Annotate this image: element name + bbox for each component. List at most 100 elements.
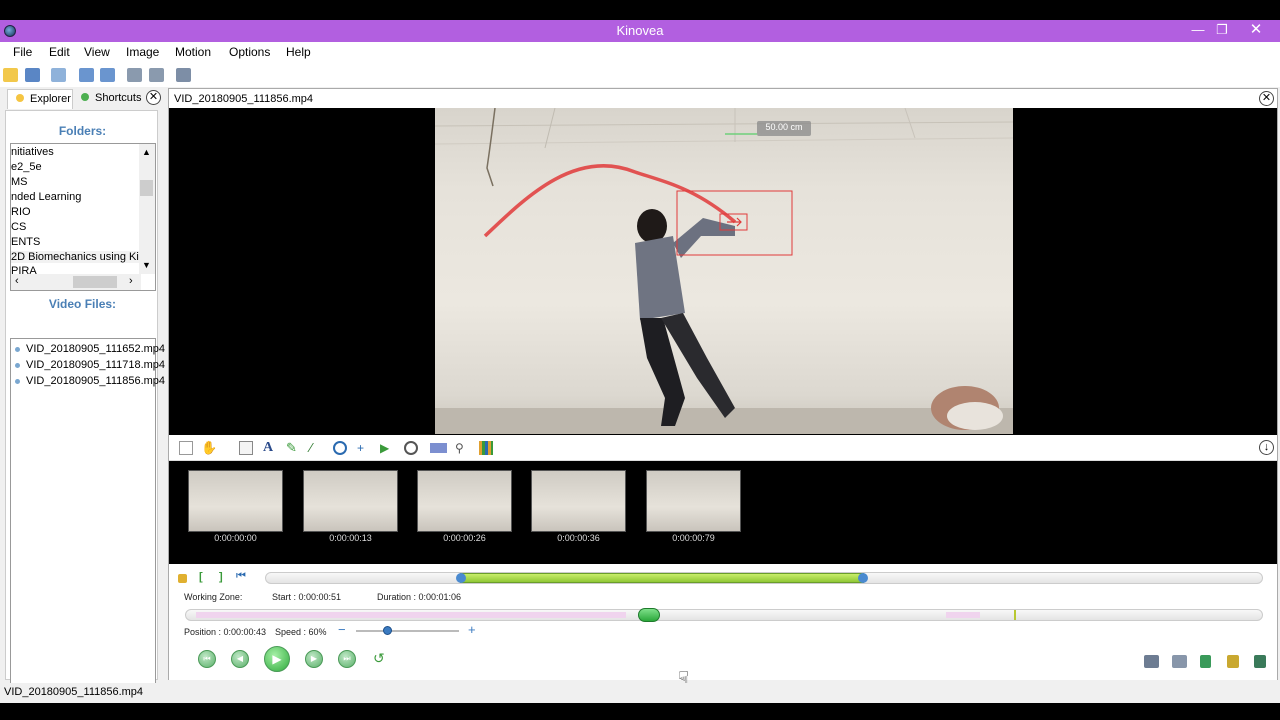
scroll-thumb[interactable] [73, 276, 117, 288]
single-player-icon[interactable] [79, 68, 94, 82]
toggle-explorer-icon[interactable] [51, 68, 66, 82]
video-frame[interactable]: 50.00 cm [435, 108, 1013, 434]
tab-shortcuts-label: Shortcuts [95, 92, 142, 104]
set-end-icon[interactable]: ] [219, 571, 223, 583]
window-title: Kinovea [616, 23, 664, 38]
comment-icon[interactable] [239, 441, 253, 455]
loop-icon[interactable]: ↺ [373, 650, 385, 667]
export-spreadsheet-icon[interactable] [1254, 655, 1266, 668]
video-area[interactable]: 50.00 cm [169, 108, 1277, 435]
speed-decrease-icon[interactable]: − [338, 622, 346, 637]
speed-slider[interactable] [356, 626, 459, 635]
position-track[interactable] [185, 608, 1263, 622]
working-zone-track[interactable] [265, 572, 1263, 584]
scroll-up-icon[interactable]: ▲ [142, 147, 151, 157]
scroll-left-icon[interactable]: ‹ [15, 275, 19, 287]
close-panel-icon[interactable]: ✕ [146, 90, 161, 105]
playhead[interactable] [637, 608, 660, 622]
capture-icon[interactable] [127, 68, 142, 82]
menu-motion[interactable]: Motion [175, 45, 211, 59]
first-frame-button[interactable]: ⏮ [198, 650, 216, 668]
snapshot-icon[interactable] [1144, 655, 1159, 668]
perspective-grid-icon[interactable] [430, 443, 447, 453]
save-icon[interactable] [25, 68, 40, 82]
close-button[interactable]: ✕ [1242, 20, 1270, 42]
lock-icon[interactable] [178, 574, 187, 583]
toolbar [0, 63, 1280, 87]
keyframe-thumbnail[interactable] [303, 470, 398, 532]
folder-item-selected[interactable]: 2D Biomechanics using Kino [11, 251, 151, 263]
menu-bar: File Edit View Image Motion Options Help [0, 42, 1280, 63]
add-keyframe-icon[interactable] [179, 441, 193, 455]
scroll-thumb[interactable] [140, 180, 153, 196]
folder-item[interactable]: RIO [11, 206, 31, 218]
folders-tree[interactable]: nitiatives e2_5e MS nded Learning RIO CS… [10, 143, 156, 291]
speed-increase-icon[interactable]: + [468, 622, 476, 637]
status-bar: VID_20180905_111856.mp4 [0, 683, 1280, 703]
collapse-icon[interactable]: ↓ [1259, 440, 1274, 455]
keyframe-thumbnail[interactable] [417, 470, 512, 532]
folder-item[interactable]: nitiatives [11, 146, 54, 158]
magnifier-icon[interactable]: ⚲ [455, 441, 469, 455]
tab-shortcuts[interactable]: Shortcuts [73, 89, 147, 109]
goto-start-icon[interactable]: ⏮ [236, 570, 246, 583]
video-file-item[interactable]: VID_20180905_111856.mp4 [15, 375, 165, 387]
last-frame-button[interactable]: ⏭ [338, 650, 356, 668]
export-data-icon[interactable] [1227, 655, 1239, 668]
menu-image[interactable]: Image [126, 45, 159, 59]
video-file-item[interactable]: VID_20180905_111718.mp4 [15, 359, 165, 371]
chronometer-icon[interactable] [404, 441, 418, 455]
play-button[interactable]: ▶ [264, 646, 290, 672]
scroll-down-icon[interactable]: ▼ [142, 260, 151, 270]
keyframe-thumbnail[interactable] [188, 470, 283, 532]
measure-label[interactable]: 50.00 cm [757, 122, 811, 132]
keyframe-thumbnail[interactable] [531, 470, 626, 532]
folder-item[interactable]: ENTS [11, 236, 40, 248]
video-file-item[interactable]: VID_20180905_111652.mp4 [15, 343, 165, 355]
set-start-icon[interactable]: [ [199, 571, 203, 583]
folder-item[interactable]: e2_5e [11, 161, 42, 173]
folder-item[interactable]: CS [11, 221, 26, 233]
color-profile-icon[interactable] [479, 441, 493, 455]
file-bullet-icon [15, 362, 20, 368]
mosaic-icon[interactable] [176, 68, 191, 82]
line-icon[interactable]: ∕ [310, 441, 324, 455]
previous-frame-button[interactable]: ◀ [231, 650, 249, 668]
multi-snapshot-icon[interactable] [1172, 655, 1187, 668]
text-icon[interactable]: A [263, 441, 277, 455]
menu-edit[interactable]: Edit [49, 45, 70, 59]
speed-slider-thumb[interactable] [382, 626, 392, 635]
menu-file[interactable]: File [13, 45, 32, 59]
duration-time: Duration : 0:00:01:06 [377, 592, 462, 602]
keyframe-time: 0:00:00:26 [443, 533, 486, 543]
working-zone-end-handle[interactable] [857, 573, 868, 583]
folder-item[interactable]: nded Learning [11, 191, 81, 203]
working-zone-fill[interactable] [460, 573, 864, 583]
angle-icon[interactable]: ▶ [380, 441, 394, 455]
folders-horizontal-scrollbar[interactable]: ‹ › [11, 274, 141, 290]
dual-player-icon[interactable] [100, 68, 115, 82]
restore-button[interactable]: ❐ [1208, 20, 1236, 42]
scroll-right-icon[interactable]: › [129, 275, 133, 287]
hand-icon[interactable]: ✋ [201, 441, 217, 455]
menu-view[interactable]: View [84, 45, 110, 59]
folders-vertical-scrollbar[interactable]: ▲ ▼ [139, 144, 155, 274]
tab-explorer[interactable]: Explorer [7, 89, 73, 109]
cross-marker-icon[interactable]: + [357, 441, 371, 455]
speed-label: Speed : 60% [275, 627, 327, 637]
pencil-icon[interactable]: ✎ [286, 441, 300, 455]
close-player-icon[interactable]: ✕ [1259, 91, 1274, 106]
next-frame-button[interactable]: ▶ [305, 650, 323, 668]
arrow-icon [81, 93, 89, 101]
save-video-icon[interactable] [1200, 655, 1211, 668]
keyframe-thumbnail[interactable] [646, 470, 741, 532]
folder-item[interactable]: MS [11, 176, 28, 188]
dual-capture-icon[interactable] [149, 68, 164, 82]
menu-help[interactable]: Help [286, 45, 311, 59]
menu-options[interactable]: Options [229, 45, 270, 59]
playback-controls: [ ] ⏮ Working Zone: Start : 0:00:00:51 D… [169, 564, 1277, 680]
keyframe-time: 0:00:00:00 [214, 533, 257, 543]
circle-icon[interactable] [333, 441, 347, 455]
open-folder-icon[interactable] [3, 68, 18, 82]
explorer-panel: Explorer Shortcuts ✕ Folders: nitiatives… [3, 88, 165, 698]
